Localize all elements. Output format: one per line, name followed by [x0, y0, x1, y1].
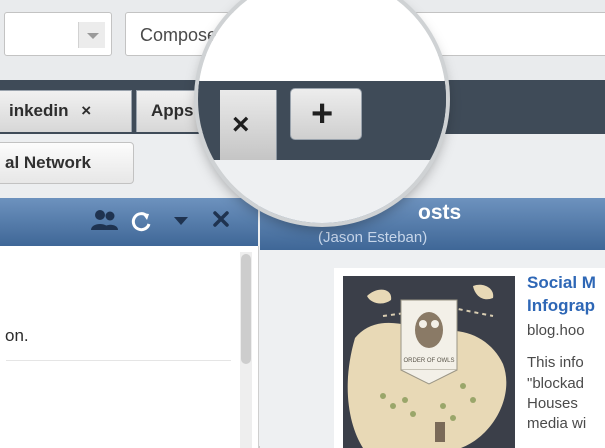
- close-icon[interactable]: ×: [81, 101, 91, 120]
- close-icon[interactable]: ×: [232, 108, 250, 142]
- post-title[interactable]: Social M: [527, 273, 596, 293]
- magnifier-lens: messa × +: [198, 0, 446, 223]
- stream-subtitle: (Jason Esteban): [318, 229, 428, 246]
- post-thumbnail[interactable]: ORDER OF OWLS: [343, 276, 515, 448]
- chevron-down-icon[interactable]: [78, 22, 105, 48]
- add-tab-button[interactable]: +: [290, 88, 362, 140]
- message-text: on.: [5, 326, 29, 345]
- add-social-network-button[interactable]: al Network: [0, 142, 134, 184]
- post-description-line: Houses: [527, 395, 578, 412]
- refresh-icon[interactable]: [131, 212, 151, 232]
- tab-label: Apps: [151, 101, 194, 120]
- profile-selector[interactable]: [4, 12, 112, 56]
- post-title[interactable]: Infograp: [527, 296, 595, 316]
- dropdown-icon[interactable]: [174, 217, 188, 225]
- post-domain: blog.hoo: [527, 322, 585, 339]
- people-icon[interactable]: [91, 210, 118, 230]
- image-caption: ORDER OF OWLS: [403, 358, 454, 364]
- magnified-toolbar: [198, 160, 446, 223]
- divider: [6, 360, 231, 361]
- magnified-compose: messa: [198, 0, 446, 81]
- tab-label: inkedin: [9, 101, 69, 120]
- post-description-line: This info: [527, 354, 584, 371]
- tab-linkedin[interactable]: inkedin ×: [0, 90, 132, 132]
- stream-body: [0, 246, 259, 448]
- scrollbar[interactable]: [240, 252, 252, 448]
- plus-icon[interactable]: +: [311, 93, 333, 136]
- post-description-line: "blockad: [527, 375, 585, 392]
- post-description-line: media wi: [527, 415, 587, 432]
- magnified-text: messa: [230, 0, 335, 8]
- scrollbar-thumb[interactable]: [241, 254, 251, 364]
- magnified-close-tab[interactable]: ×: [220, 90, 277, 160]
